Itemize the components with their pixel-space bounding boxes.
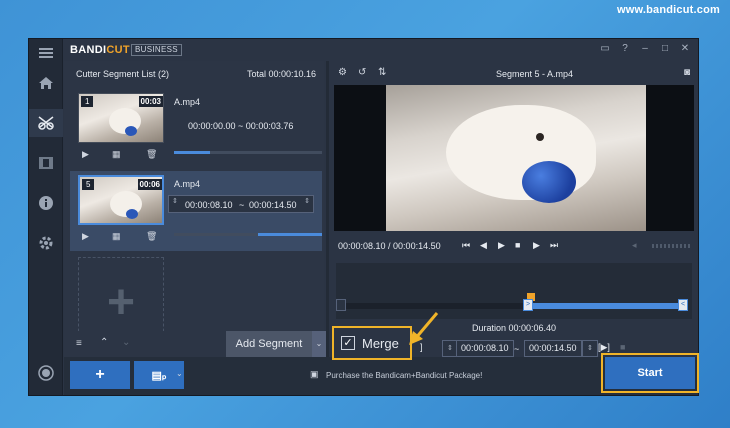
record-icon[interactable] xyxy=(29,359,63,387)
home-icon[interactable] xyxy=(29,69,63,97)
maximize-icon[interactable]: □ xyxy=(658,42,672,56)
volume-icon[interactable]: ◂ xyxy=(632,240,637,251)
flip-icon[interactable]: ⇅ xyxy=(378,67,386,78)
bandicut-window: BANDICUT BUSINESS ▭ ? – □ ✕ Cutter Segme… xyxy=(28,38,699,396)
timeline-area xyxy=(336,263,692,319)
settings-icon[interactable]: ⚙ xyxy=(338,67,347,78)
stepper-icon[interactable]: ⇕ xyxy=(304,197,310,205)
info-icon[interactable] xyxy=(29,189,63,217)
trash-icon[interactable]: 🗑 xyxy=(146,231,157,242)
play-icon[interactable]: ▶ xyxy=(82,231,89,242)
move-down-icon[interactable]: ⌄ xyxy=(122,337,130,348)
segment-progress xyxy=(174,233,322,236)
play-segment-icon[interactable]: [▶] xyxy=(598,342,610,353)
segment-filename: A.mp4 xyxy=(174,179,201,189)
video-preview[interactable] xyxy=(334,85,694,231)
end-time-input[interactable]: 00:00:14.50 xyxy=(524,340,582,357)
close-icon[interactable]: ✕ xyxy=(678,42,692,56)
segment-start-input[interactable]: 00:00:08.10 xyxy=(185,200,233,210)
segment-filename: A.mp4 xyxy=(174,97,201,107)
volume-slider[interactable] xyxy=(652,244,692,248)
segment-range-editor[interactable]: ⇕ 00:00:08.10 ~ 00:00:14.50 ⇕ xyxy=(168,195,314,213)
merge-highlight: ✓ Merge xyxy=(332,326,412,360)
segment-range: 00:00:00.00 ~ 00:00:03.76 xyxy=(188,121,294,131)
next-segment-icon[interactable]: ⏭ xyxy=(550,240,558,251)
timeline-start-handle[interactable] xyxy=(336,299,346,311)
prev-frame-icon[interactable]: ◀ xyxy=(480,240,487,251)
player-title: Segment 5 - A.mp4 xyxy=(496,69,574,79)
player-panel: ⚙ ↺ ⇅ Segment 5 - A.mp4 ◙ 00:00:08.10 / … xyxy=(330,61,698,357)
add-segment-button[interactable]: Add Segment xyxy=(226,331,312,357)
grid-icon[interactable]: ▦ xyxy=(112,149,121,160)
add-file-button[interactable]: + xyxy=(70,361,130,389)
start-button[interactable]: Start xyxy=(605,357,695,389)
rotate-icon[interactable]: ↺ xyxy=(358,67,366,78)
camera-icon[interactable]: ◙ xyxy=(684,67,690,78)
add-segment-dropdown[interactable]: ⌄ xyxy=(312,331,326,357)
chat-icon: ▣ xyxy=(310,369,319,379)
menu-icon[interactable] xyxy=(29,39,63,67)
minimize-icon[interactable]: – xyxy=(638,42,652,56)
stepper-icon[interactable]: ⇕ xyxy=(582,340,598,357)
stop-segment-icon[interactable]: ■ xyxy=(620,342,625,352)
grid-icon[interactable]: ▦ xyxy=(112,231,121,242)
help-icon[interactable]: ? xyxy=(618,42,632,56)
prev-segment-icon[interactable]: ⏮ xyxy=(462,240,470,251)
title-bar: BANDICUT BUSINESS ▭ ? – □ ✕ xyxy=(64,39,698,61)
website-watermark: www.bandicut.com xyxy=(616,4,720,16)
segment-thumbnail[interactable]: 1 00:03 xyxy=(78,93,164,143)
trash-icon[interactable]: 🗑 xyxy=(146,149,157,160)
timecode: 00:00:08.10 / 00:00:14.50 xyxy=(338,241,441,251)
timeline-selection xyxy=(528,303,682,309)
list-delete-icon[interactable]: ≡ xyxy=(76,338,82,349)
stepper-icon[interactable]: ⇕ xyxy=(172,197,178,205)
segment-thumbnail[interactable]: 5 00:06 xyxy=(78,175,164,225)
segment-progress xyxy=(174,151,322,154)
segment-list-panel: Cutter Segment List (2) Total 00:00:10.1… xyxy=(64,61,324,357)
promo-link[interactable]: Purchase the Bandicam+Bandicut Package! xyxy=(326,371,482,380)
next-frame-icon[interactable]: ▶ xyxy=(533,240,540,251)
app-logo: BANDICUT xyxy=(70,44,130,56)
segment-list-title: Cutter Segment List (2) xyxy=(76,69,170,79)
left-nav xyxy=(29,39,63,395)
segment-index: 1 xyxy=(81,96,94,107)
cut-icon[interactable] xyxy=(29,109,63,137)
segment-end-handle[interactable]: < xyxy=(678,299,688,311)
playback-controls: 00:00:08.10 / 00:00:14.50 ⏮ ◀ ▶ ■ ▶ ⏭ ◂ xyxy=(330,237,698,255)
player-header: ⚙ ↺ ⇅ Segment 5 - A.mp4 ◙ xyxy=(330,61,698,85)
film-icon[interactable] xyxy=(29,149,63,177)
film-format-icon: ▤ₚ xyxy=(151,369,167,382)
edition-badge: BUSINESS xyxy=(131,44,182,56)
segment-item-1[interactable]: 1 00:03 ▶ ▦ 🗑 A.mp4 00:00:00.00 ~ 00:00:… xyxy=(70,89,322,169)
move-up-icon[interactable]: ⌃ xyxy=(100,337,108,348)
panel-splitter[interactable] xyxy=(326,61,329,357)
segment-start-handle[interactable]: > xyxy=(523,299,533,311)
total-duration: Total 00:00:10.16 xyxy=(246,69,316,79)
format-dropdown-icon[interactable]: ⌄ xyxy=(176,369,183,378)
segment-end-input[interactable]: 00:00:14.50 xyxy=(249,200,297,210)
video-frame xyxy=(386,85,646,231)
start-time-input[interactable]: 00:00:08.10 xyxy=(456,340,514,357)
segment-duration: 00:03 xyxy=(138,96,163,107)
play-icon[interactable]: ▶ xyxy=(82,149,89,160)
annotation-arrow xyxy=(409,312,439,345)
range-separator: ~ xyxy=(239,200,245,210)
stop-icon[interactable]: ■ xyxy=(515,240,520,250)
merge-checkbox[interactable]: ✓ xyxy=(341,336,355,350)
play-icon[interactable]: ▶ xyxy=(498,240,505,251)
segment-item-5[interactable]: 5 00:06 ▶ ▦ 🗑 A.mp4 ⇕ 00:00:08.10 ~ 00:0… xyxy=(70,171,322,251)
range-separator: ~ xyxy=(514,344,520,354)
segment-index: 5 xyxy=(82,179,95,190)
segment-list-header: Cutter Segment List (2) Total 00:00:10.1… xyxy=(64,61,324,85)
folder-icon[interactable]: ▭ xyxy=(598,42,612,56)
gear-icon[interactable] xyxy=(29,229,63,257)
segment-duration: 00:06 xyxy=(137,179,162,190)
merge-label[interactable]: Merge xyxy=(362,336,399,351)
